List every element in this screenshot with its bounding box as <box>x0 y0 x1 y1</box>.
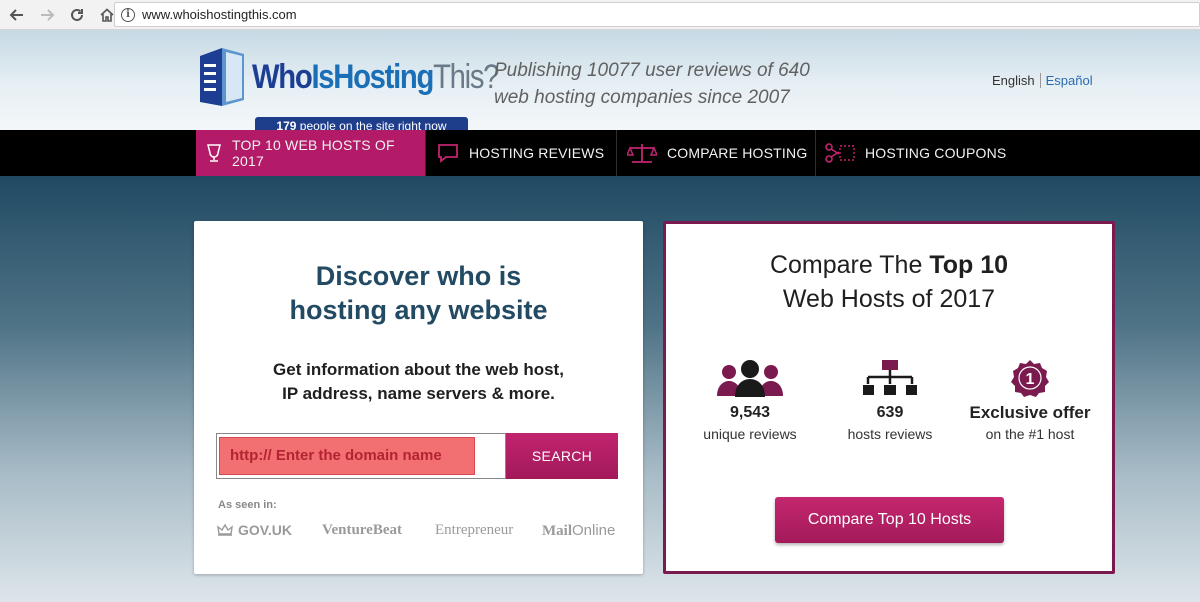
stat-unique-reviews: 9,543 unique reviews <box>680 352 820 444</box>
nav-divider <box>815 130 816 176</box>
nav-top-10-hosts[interactable]: TOP 10 WEB HOSTS OF 2017 <box>196 130 425 176</box>
scissors-coupon-icon <box>825 142 855 164</box>
language-switcher: English Español <box>992 73 1093 88</box>
forward-icon[interactable] <box>34 2 60 28</box>
trophy-icon <box>206 143 222 163</box>
back-icon[interactable] <box>4 2 30 28</box>
scales-icon <box>627 142 657 164</box>
nav-compare-hosting[interactable]: COMPARE HOSTING <box>627 130 815 176</box>
crown-icon <box>217 523 233 536</box>
press-logo-mailonline: MailOnline <box>542 522 616 539</box>
stat-exclusive-offer: 1 Exclusive offer on the #1 host <box>960 352 1100 444</box>
compare-title: Compare The Top 10 Web Hosts of 2017 <box>769 251 1009 313</box>
users-icon <box>680 352 820 398</box>
discover-title: Discover who is hosting any website <box>289 261 548 325</box>
site-tagline: Publishing 10077 user reviews of 640 web… <box>494 60 810 108</box>
nav-divider <box>425 130 426 176</box>
main-nav: TOP 10 WEB HOSTS OF 2017 HOSTING REVIEWS… <box>0 130 1200 176</box>
reload-icon[interactable] <box>64 2 90 28</box>
address-url: www.whoishostingthis.com <box>142 7 297 22</box>
compare-card: Compare The Top 10 Web Hosts of 2017 9,5… <box>663 221 1115 574</box>
press-logo-govuk: GOV.UK <box>216 522 292 538</box>
nav-hosting-reviews[interactable]: HOSTING REVIEWS <box>437 130 615 176</box>
hierarchy-icon <box>820 352 960 398</box>
discover-card: Discover who is hosting any website Get … <box>194 221 643 574</box>
address-bar[interactable]: i www.whoishostingthis.com <box>114 2 1200 27</box>
search-button[interactable]: SEARCH <box>506 433 618 479</box>
domain-search-input[interactable]: http:// Enter the domain name <box>219 437 475 475</box>
domain-search-box: http:// Enter the domain name <box>216 433 506 479</box>
nav-hosting-coupons[interactable]: HOSTING COUPONS <box>825 130 1025 176</box>
browser-toolbar: i www.whoishostingthis.com <box>0 0 1200 30</box>
compare-top-10-button[interactable]: Compare Top 10 Hosts <box>775 497 1004 543</box>
site-logo[interactable]: WhoIsHostingThis? 179 people on the site… <box>196 42 499 136</box>
press-logo-venturebeat: VentureBeat <box>322 522 402 538</box>
nav-divider <box>616 130 617 176</box>
discover-subtitle: Get information about the web host, IP a… <box>273 360 564 403</box>
badge-number-one-icon: 1 <box>960 352 1100 398</box>
info-icon[interactable]: i <box>121 7 135 22</box>
domain-search-form: http:// Enter the domain name SEARCH <box>216 433 618 479</box>
lang-espanol-link[interactable]: Español <box>1041 73 1093 88</box>
site-header: WhoIsHostingThis? 179 people on the site… <box>0 30 1200 136</box>
building-logo-icon <box>200 48 244 106</box>
logo-wordmark: WhoIsHostingThis? <box>252 58 499 96</box>
lang-english-link[interactable]: English <box>992 73 1041 88</box>
svg-text:1: 1 <box>1026 371 1035 388</box>
stat-hosts-reviews: 639 hosts reviews <box>820 352 960 444</box>
speech-bubble-icon <box>437 143 459 163</box>
as-seen-in-label: As seen in: <box>218 499 277 511</box>
press-logo-entrepreneur: Entrepreneur <box>435 522 514 538</box>
